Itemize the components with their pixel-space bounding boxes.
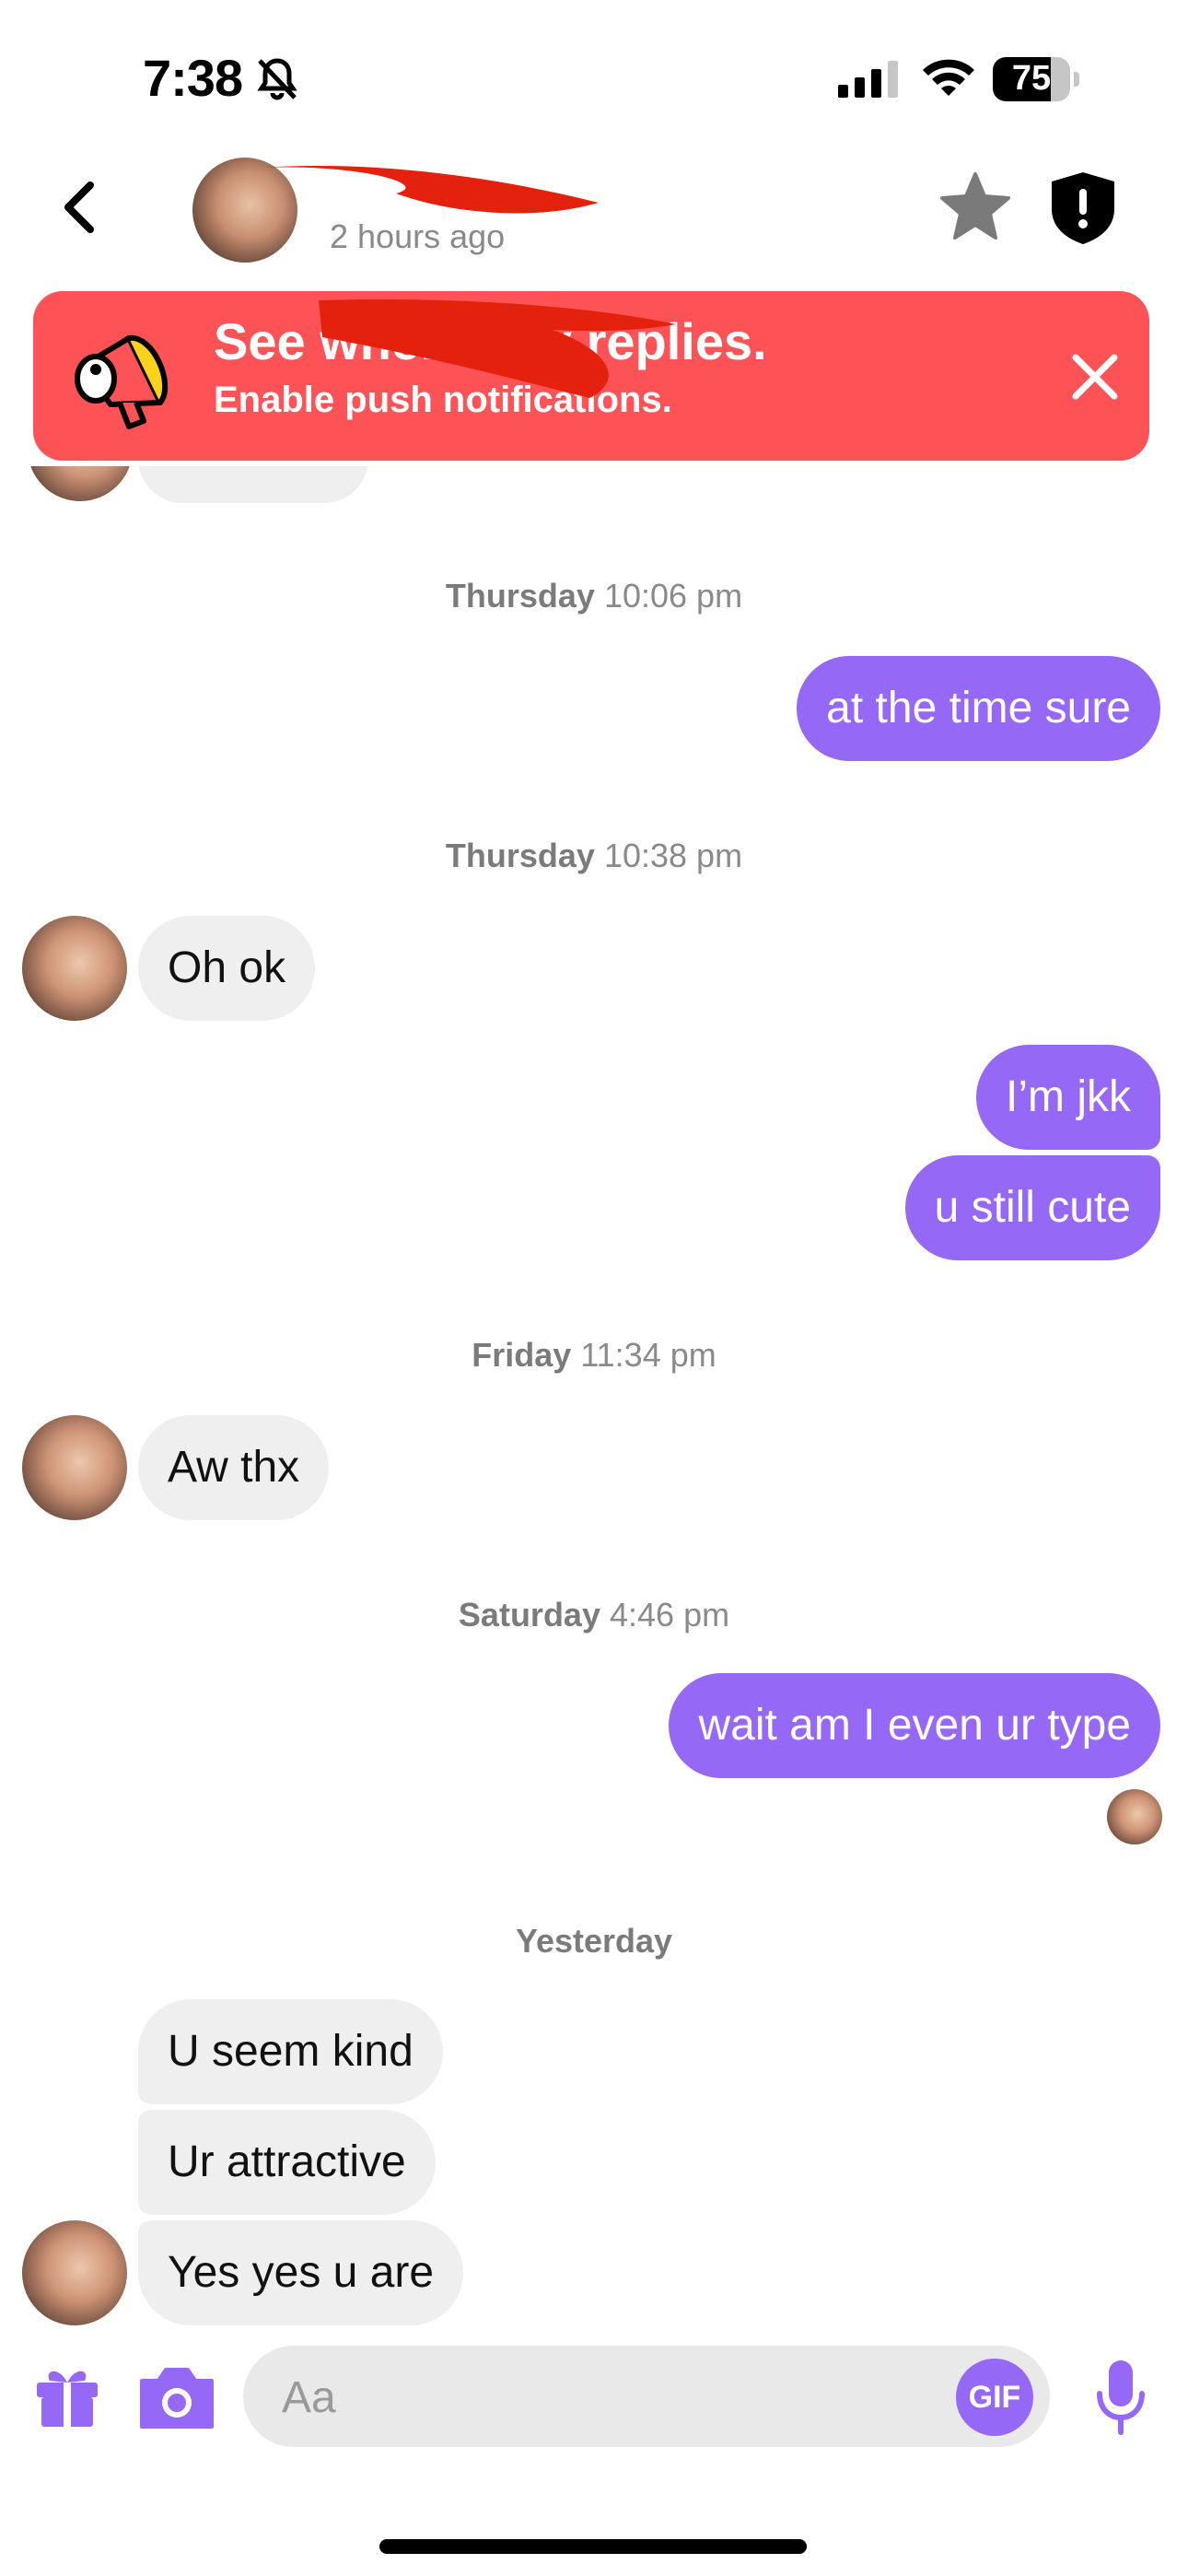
redaction-scribble [319, 299, 676, 398]
megaphone-icon [75, 334, 168, 429]
message-incoming[interactable]: Oh ok [138, 916, 316, 1021]
message-composer[interactable]: GIF [243, 2346, 1050, 2449]
timestamp-time: 10:38 pm [603, 837, 743, 874]
message-outgoing[interactable]: at the time sure [797, 656, 1160, 761]
timestamp-day: Thursday [445, 837, 595, 874]
timestamp-day: Yesterday [515, 1922, 673, 1960]
contact-avatar-small[interactable] [22, 2220, 127, 2325]
message-incoming[interactable]: Yes yes u are [138, 2220, 464, 2325]
timestamp: Yesterday [0, 1922, 1188, 1961]
message-input[interactable] [280, 2346, 910, 2449]
message-incoming[interactable]: Ur attractive [138, 2110, 436, 2215]
back-chevron-icon[interactable] [57, 180, 103, 235]
timestamp-day: Thursday [445, 577, 595, 615]
timestamp: Friday 11:34 pm [0, 1336, 1188, 1375]
message-incoming[interactable]: U seem kind [138, 1999, 443, 2104]
timestamp-day: Friday [472, 1336, 572, 1374]
timestamp-day: Saturday [458, 1596, 600, 1633]
signal-icon [838, 61, 898, 98]
gift-icon[interactable] [33, 2360, 101, 2429]
microphone-icon[interactable] [1094, 2359, 1147, 2438]
battery-percent: 75 [1011, 59, 1052, 98]
timestamp-time: 4:46 pm [610, 1596, 730, 1633]
battery-icon: 75 [993, 57, 1079, 101]
message-incoming[interactable]: Aw thx [138, 1415, 330, 1520]
timestamp-time: 10:06 pm [603, 577, 743, 615]
contact-avatar-small[interactable] [22, 1415, 127, 1520]
contact-avatar-small[interactable] [22, 916, 127, 1021]
timestamp: Thursday 10:38 pm [0, 837, 1188, 875]
bell-muted-icon [257, 58, 297, 100]
redaction-scribble [262, 165, 599, 214]
message-outgoing[interactable]: u still cute [904, 1155, 1160, 1260]
camera-icon[interactable] [138, 2362, 215, 2430]
close-icon[interactable] [1068, 350, 1122, 404]
timestamp: Saturday 4:46 pm [0, 1596, 1188, 1634]
message-outgoing[interactable]: I’m jkk [976, 1045, 1160, 1150]
timestamp: Thursday 10:06 pm [0, 577, 1188, 615]
safety-shield-icon[interactable] [1048, 170, 1118, 246]
message-outgoing[interactable]: wait am I even ur type [669, 1673, 1160, 1778]
read-receipt-avatar [1107, 1789, 1162, 1844]
timestamp-time: 11:34 pm [580, 1336, 716, 1374]
wifi-icon [923, 59, 974, 96]
gif-button[interactable]: GIF [956, 2359, 1033, 2436]
star-icon[interactable] [939, 170, 1011, 242]
status-time: 7:38 [143, 49, 243, 107]
home-indicator [379, 2539, 807, 2554]
